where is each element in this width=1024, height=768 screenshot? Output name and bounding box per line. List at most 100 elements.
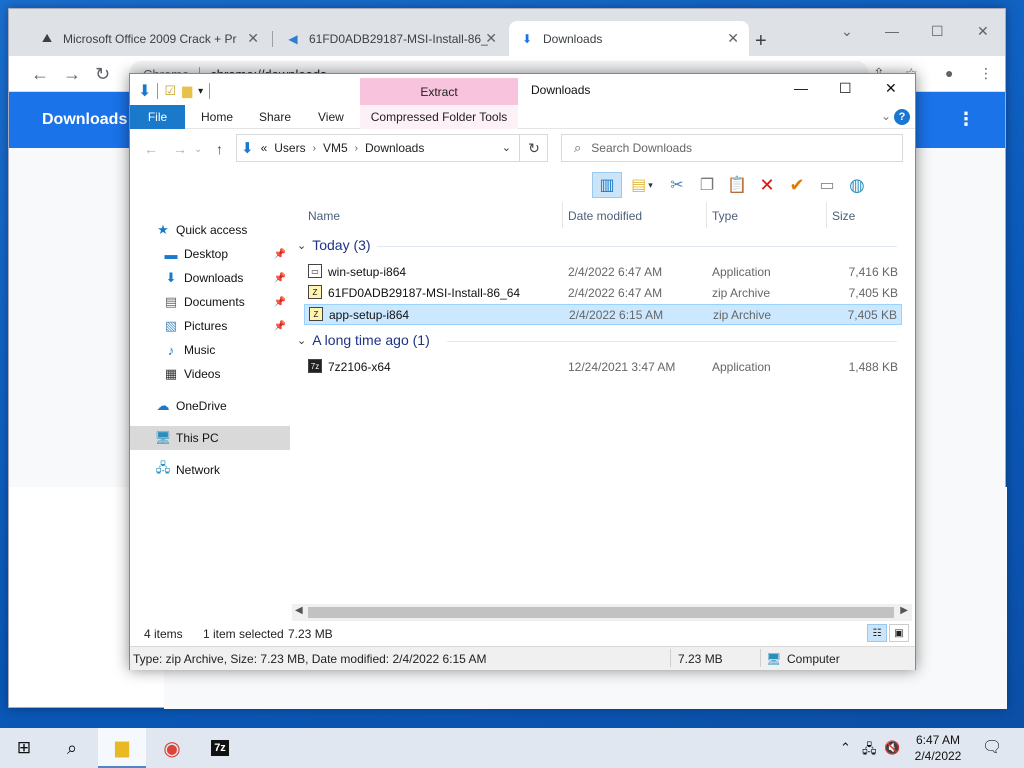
search-icon[interactable]: ⌕ (48, 728, 96, 768)
breadcrumb-chevron-icon[interactable]: › (355, 143, 358, 154)
new-tab-icon[interactable]: + (755, 30, 767, 53)
close-tab-icon[interactable]: ✕ (485, 30, 497, 47)
tab-compressed-folder-tools[interactable]: Compressed Folder Tools (360, 105, 518, 129)
nav-music[interactable]: ♪ Music (130, 338, 290, 362)
nav-quick-access[interactable]: ★ Quick access (130, 218, 290, 242)
7zip-icon[interactable]: 7z (196, 728, 244, 768)
tab-search-icon[interactable]: ⌄ (841, 23, 853, 40)
column-header-name[interactable]: Name (308, 204, 340, 228)
folder-download-icon[interactable]: ⬇ (138, 81, 151, 101)
file-row[interactable]: 7z 7z2106-x64 12/24/2021 3:47 AM Applica… (304, 357, 902, 378)
system-clock[interactable]: 6:47 AM 2/4/2022 (906, 732, 970, 764)
close-tab-icon[interactable]: ✕ (727, 30, 739, 47)
group-header-today[interactable]: ⌄ Today (3) (297, 237, 897, 253)
tab-home[interactable]: Home (201, 105, 233, 129)
search-input[interactable]: ⌕ Search Downloads (561, 134, 903, 162)
customize-qat-icon[interactable]: ▾ (198, 86, 203, 97)
expand-ribbon-icon[interactable]: ⌄ (881, 109, 891, 123)
more-options-icon[interactable]: ⋮ (957, 109, 975, 130)
column-header-date[interactable]: Date modified (568, 204, 642, 228)
minimize-icon[interactable]: — (794, 80, 808, 96)
nav-documents[interactable]: ▤ Documents 📌 (130, 290, 290, 314)
close-tab-icon[interactable]: ✕ (247, 30, 259, 47)
chrome-tab-office[interactable]: ⛰ Microsoft Office 2009 Crack + Pr ✕ (29, 21, 273, 56)
windows-start-icon[interactable]: ⊞ (0, 728, 48, 768)
network-status-icon[interactable]: 🖧 (862, 740, 877, 762)
large-icons-view-icon[interactable]: ▣ (889, 624, 909, 642)
scrollbar-thumb[interactable] (308, 607, 894, 618)
nav-pictures[interactable]: ▧ Pictures 📌 (130, 314, 290, 338)
scroll-left-icon[interactable]: ◀ (295, 605, 303, 616)
help-icon[interactable]: ? (894, 109, 910, 125)
minimize-icon[interactable]: — (885, 23, 899, 39)
address-dropdown-icon[interactable]: ⌄ (502, 141, 511, 154)
copy-icon[interactable]: ❐ (692, 172, 722, 198)
nav-downloads[interactable]: ⬇ Downloads 📌 (130, 266, 290, 290)
file-type: Application (712, 265, 771, 279)
breadcrumb-users[interactable]: Users (274, 141, 305, 155)
collapse-chevron-icon[interactable]: ⌄ (297, 239, 306, 252)
delete-icon[interactable]: ✕ (752, 172, 782, 198)
recent-locations-icon[interactable]: ⌄ (194, 144, 202, 155)
breadcrumb-chevron-icon[interactable]: › (313, 143, 316, 154)
new-folder-icon[interactable]: ▆ (182, 83, 192, 99)
pin-icon[interactable]: 📌 (274, 249, 286, 260)
forward-arrow-icon[interactable]: → (63, 64, 81, 85)
apply-checkmark-icon[interactable]: ✔ (782, 172, 812, 198)
file-row[interactable]: Z 61FD0ADB29187-MSI-Install-86_64 2/4/20… (304, 283, 902, 304)
chrome-menu-icon[interactable]: ⋮ (979, 65, 993, 82)
column-header-type[interactable]: Type (712, 204, 738, 228)
volume-muted-icon[interactable]: 🔇 (884, 740, 900, 756)
nav-videos[interactable]: ▦ Videos (130, 362, 290, 386)
paste-icon[interactable]: 📋 (722, 172, 752, 198)
column-header-size[interactable]: Size (832, 204, 855, 228)
forward-arrow-icon[interactable]: → (173, 141, 187, 157)
scroll-right-icon[interactable]: ▶ (900, 605, 908, 616)
maximize-icon[interactable]: ☐ (931, 23, 944, 40)
chrome-tab-downloads[interactable]: ⬇ Downloads ✕ (509, 21, 749, 56)
group-header-long-ago[interactable]: ⌄ A long time ago (1) (297, 332, 897, 348)
preview-pane-icon[interactable]: ▥ (592, 172, 622, 198)
tab-view[interactable]: View (318, 105, 344, 129)
close-window-icon[interactable]: ✕ (977, 23, 989, 40)
profile-avatar-icon[interactable]: ● (945, 65, 953, 81)
file-row[interactable]: ▭ win-setup-i864 2/4/2022 6:47 AM Applic… (304, 262, 902, 283)
back-arrow-icon[interactable]: ← (31, 64, 49, 85)
file-row-selected[interactable]: Z app-setup-i864 2/4/2022 6:15 AM zip Ar… (304, 304, 902, 325)
search-icon: ⌕ (574, 140, 582, 155)
rename-icon[interactable]: ▭ (812, 172, 842, 198)
status-bar: 4 items 1 item selected 7.23 MB ☷ ▣ (130, 622, 915, 646)
horizontal-scrollbar[interactable]: ◀ ▶ (292, 604, 912, 621)
reload-icon[interactable]: ↻ (95, 64, 110, 85)
up-arrow-icon[interactable]: ↑ (216, 141, 223, 157)
properties-icon[interactable]: ☑ (164, 83, 176, 99)
folder-options-icon[interactable]: ▤ ▾ (622, 172, 662, 198)
nav-network[interactable]: 🖧 Network (130, 458, 290, 482)
pin-icon[interactable]: 📌 (274, 297, 286, 308)
refresh-icon[interactable]: ↻ (519, 134, 548, 162)
breadcrumb-overflow[interactable]: « (261, 141, 268, 155)
extract-context-tab[interactable]: Extract (360, 78, 518, 105)
back-arrow-icon[interactable]: ← (144, 141, 158, 157)
collapse-chevron-icon[interactable]: ⌄ (297, 334, 306, 347)
notification-center-icon[interactable]: 🗨 (982, 737, 1002, 757)
cut-icon[interactable]: ✂ (662, 172, 692, 198)
network-globe-icon[interactable]: ◍ (842, 172, 872, 198)
pin-icon[interactable]: 📌 (274, 273, 286, 284)
nav-onedrive[interactable]: ☁ OneDrive (130, 394, 290, 418)
maximize-icon[interactable]: ☐ (839, 80, 852, 97)
close-window-icon[interactable]: ✕ (885, 80, 897, 97)
chrome-tab-msi[interactable]: ◀ 61FD0ADB29187-MSI-Install-86_ ✕ (275, 21, 507, 56)
nav-this-pc[interactable]: 🖥 This PC (130, 426, 290, 450)
breadcrumb-vm5[interactable]: VM5 (323, 141, 348, 155)
tab-share[interactable]: Share (259, 105, 291, 129)
details-view-icon[interactable]: ☷ (867, 624, 887, 642)
nav-desktop[interactable]: ▬ Desktop 📌 (130, 242, 290, 266)
chrome-icon[interactable]: ◉ (148, 728, 196, 768)
tab-file[interactable]: File (130, 105, 185, 129)
breadcrumb-downloads[interactable]: Downloads (365, 141, 424, 155)
address-input[interactable]: ⬇ « Users › VM5 › Downloads ⌄ (236, 134, 548, 162)
show-hidden-icons-chevron[interactable]: ⌃ (840, 740, 851, 756)
file-explorer-icon[interactable]: ▆ (98, 728, 146, 768)
pin-icon[interactable]: 📌 (274, 321, 286, 332)
